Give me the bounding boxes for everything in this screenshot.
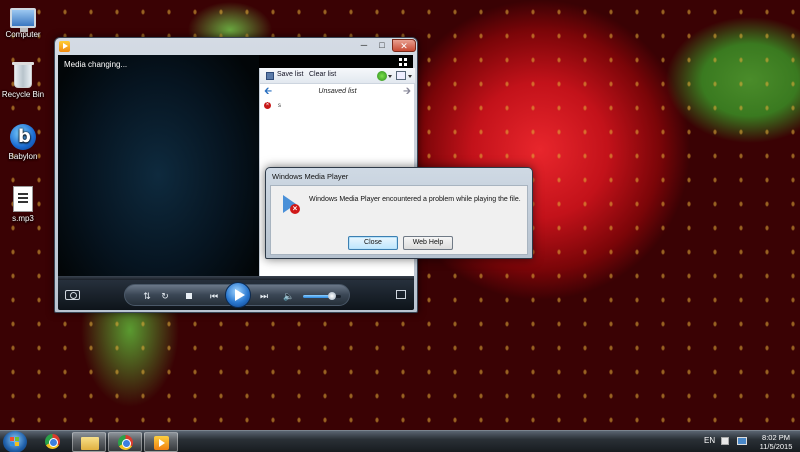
volume-slider[interactable] — [303, 292, 341, 300]
chevron-down-icon[interactable] — [388, 75, 392, 78]
desktop-icon-label: Babylon — [8, 152, 38, 161]
desktop-icon-computer[interactable]: Computer — [0, 4, 46, 39]
wmp-titlebar[interactable]: ─ □ ✕ — [55, 38, 417, 54]
error-dialog: Windows Media Player Windows Media Playe… — [265, 167, 533, 259]
dialog-message: Windows Media Player encountered a probl… — [309, 196, 521, 203]
clear-list-button[interactable]: Clear list — [309, 71, 336, 78]
playlist-item-title: s — [278, 103, 281, 109]
transport-bar: ⇅ ↻ ⏮ ⏭ 🔈 — [124, 282, 350, 308]
folder-icon — [81, 437, 99, 450]
save-list-button[interactable]: Save list — [277, 71, 303, 78]
clock-date[interactable]: 11/5/2015 — [756, 442, 796, 451]
start-button[interactable] — [3, 431, 27, 452]
wmp-icon — [154, 436, 169, 450]
camera-icon[interactable] — [65, 290, 80, 300]
close-window-button[interactable]: ✕ — [392, 39, 416, 52]
grid-view-icon[interactable] — [399, 58, 407, 66]
chrome-icon — [45, 434, 60, 449]
clock-time[interactable]: 8:02 PM — [756, 433, 796, 442]
list-pane-header — [259, 55, 413, 68]
list-nav: 🡰 Unsaved list 🡲 — [260, 85, 415, 99]
dialog-body: Windows Media Player encountered a probl… — [270, 185, 528, 255]
desktop-icon-babylon[interactable]: Babylon — [0, 124, 46, 161]
chrome-icon — [118, 435, 133, 450]
forward-arrow-icon[interactable]: 🡲 — [403, 87, 411, 97]
repeat-icon[interactable]: ↻ — [159, 290, 171, 302]
desktop-icon-recycle-bin[interactable]: Recycle Bin — [0, 62, 46, 99]
taskbar: EN 8:02 PM 11/5/2015 — [0, 430, 800, 452]
stop-button[interactable] — [183, 290, 195, 302]
desktop-icon-label: Recycle Bin — [1, 90, 45, 99]
list-view-icon[interactable] — [396, 71, 406, 80]
wmp-error-icon — [281, 195, 300, 217]
taskbar-chrome[interactable] — [108, 432, 142, 452]
taskbar-chrome[interactable] — [36, 432, 70, 452]
playback-controls: ⇅ ↻ ⏮ ⏭ 🔈 — [58, 280, 414, 310]
shuffle-icon[interactable]: ⇅ — [141, 290, 153, 302]
desktop-icon-s-mp3[interactable]: s.mp3 — [0, 186, 46, 223]
babylon-icon — [10, 124, 36, 150]
dialog-title: Windows Media Player — [272, 172, 349, 181]
speaker-icon[interactable]: 🔈 — [283, 290, 295, 302]
desktop-icon-label: s.mp3 — [12, 214, 34, 223]
recycle-bin-icon — [12, 62, 34, 88]
network-icon[interactable] — [737, 437, 747, 445]
save-icon — [266, 72, 274, 80]
video-area[interactable]: Media changing... — [58, 55, 259, 276]
volume-thumb[interactable] — [327, 292, 336, 300]
web-help-button[interactable]: Web Help — [403, 236, 453, 250]
play-button[interactable] — [225, 282, 251, 308]
next-button[interactable]: ⏭ — [255, 290, 273, 302]
error-icon: × — [264, 102, 271, 109]
maximize-button[interactable]: □ — [373, 39, 391, 52]
list-toolbar: Save list Clear list — [260, 68, 415, 84]
media-status-text: Media changing... — [64, 60, 128, 69]
list-title: Unsaved list — [318, 88, 357, 95]
taskbar-wmp[interactable] — [144, 432, 178, 452]
audio-file-icon — [13, 186, 33, 212]
wmp-app-icon — [59, 41, 70, 52]
dialog-close-button[interactable]: Close — [348, 236, 398, 250]
action-center-flag-icon[interactable] — [721, 437, 729, 445]
chevron-down-icon[interactable] — [408, 75, 412, 78]
list-options-icon[interactable] — [377, 71, 387, 81]
playlist-item[interactable]: × s — [264, 102, 404, 112]
previous-button[interactable]: ⏮ — [205, 290, 223, 302]
taskbar-explorer[interactable] — [72, 432, 106, 452]
language-indicator[interactable]: EN — [704, 436, 715, 445]
computer-icon — [10, 8, 36, 32]
switch-to-library-icon[interactable] — [396, 290, 406, 299]
minimize-button[interactable]: ─ — [355, 39, 373, 52]
